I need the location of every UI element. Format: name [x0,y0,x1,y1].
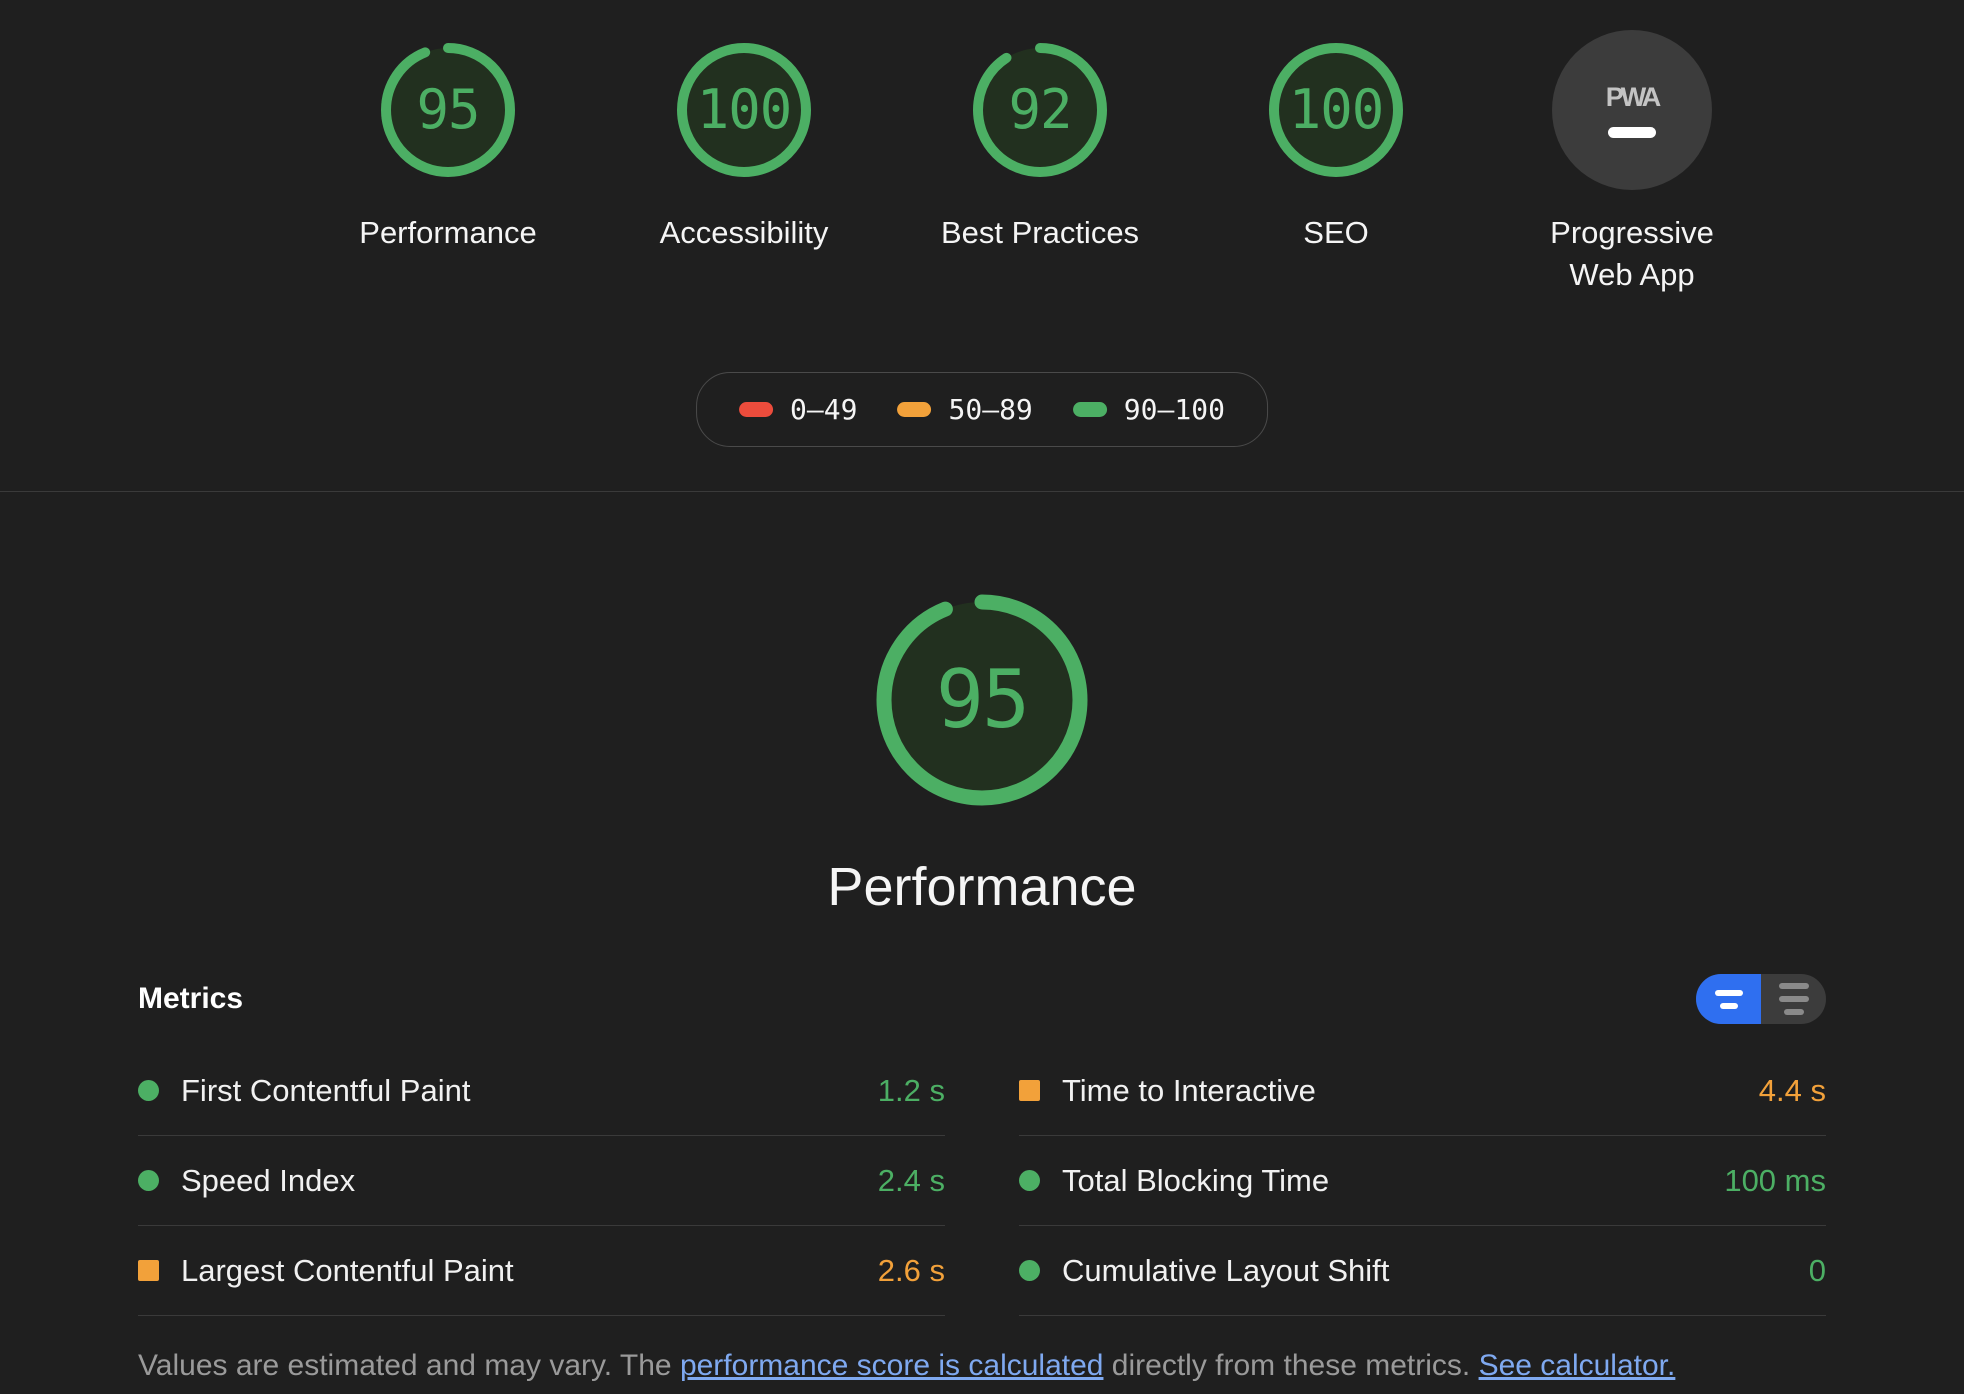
legend-pill-average-icon [897,402,932,417]
disclaimer-text-before: Values are estimated and may vary. The [138,1349,680,1382]
score-gauges-row: 95 Performance 100 Accessibility 92 Best… [0,0,1964,296]
metric-row[interactable]: Cumulative Layout Shift 0 [1019,1226,1826,1316]
gauge-label: Best Practices [940,215,1140,250]
metric-value: 1.2 s [877,1072,945,1108]
legend-item-pass: 90–100 [1072,393,1225,426]
metric-label: Total Blocking Time [1062,1162,1330,1198]
metric-rating-average-icon [138,1260,159,1281]
expanded-view-bar-icon [1778,983,1809,989]
metric-value: 2.4 s [877,1162,945,1198]
legend-label-fail: 0–49 [790,393,858,426]
gauge-ring-best-practices: 92 [960,30,1120,190]
metric-row[interactable]: Total Blocking Time 100 ms [1019,1136,1826,1226]
gauge-label: SEO [1303,215,1369,250]
legend-label-average: 50–89 [948,393,1033,426]
metrics-disclaimer: Values are estimated and may vary. The p… [138,1316,1826,1385]
metric-row[interactable]: First Contentful Paint 1.2 s [138,1046,945,1136]
metric-value: 0 [1808,1252,1826,1288]
gauge-score-value: 95 [416,78,480,141]
legend-item-average: 50–89 [897,393,1033,426]
simple-view-bar-icon [1719,1002,1738,1009]
expanded-view-bar-icon [1783,1009,1804,1015]
category-gauge-performance: 95 [856,574,1108,826]
score-gauge-best-practices[interactable]: 92 Best Practices [892,30,1188,254]
metric-row[interactable]: Time to Interactive 4.4 s [1019,1046,1826,1136]
category-score-value: 95 [935,653,1030,746]
metrics-header: Metrics [138,974,1826,1046]
metric-label: First Contentful Paint [181,1072,471,1108]
category-title: Performance [827,857,1137,917]
score-gauge-accessibility[interactable]: 100 Accessibility [596,30,892,254]
gauge-score-value: 100 [696,78,793,141]
metric-row[interactable]: Speed Index 2.4 s [138,1136,945,1226]
gauge-score-value: 92 [1008,78,1072,141]
gauge-label: Performance [359,215,537,250]
metric-rating-pass-icon [138,1080,159,1101]
legend-pill-pass-icon [1072,402,1107,417]
toggle-expanded-view-button[interactable] [1761,974,1826,1024]
metric-value: 2.6 s [877,1252,945,1288]
gauge-ring-performance: 95 [368,30,528,190]
category-gauge-wrapper: 95 Performance [0,574,1964,918]
disclaimer-text-middle: directly from these metrics. [1103,1349,1479,1382]
pwa-dash-icon [1608,127,1656,138]
legend-label-pass: 90–100 [1123,393,1225,426]
metric-label: Time to Interactive [1062,1072,1316,1108]
scores-summary-strip: 95 Performance 100 Accessibility 92 Best… [0,0,1964,492]
expanded-view-bar-icon [1778,996,1809,1002]
gauge-ring-accessibility: 100 [664,30,824,190]
gauge-label: Progressive Web App [1550,215,1714,292]
metric-rating-average-icon [1019,1080,1040,1101]
metrics-view-toggle[interactable] [1696,974,1826,1024]
performance-category-section: 95 Performance Metrics First Contentful … [0,492,1964,1385]
metric-rating-pass-icon [1019,1170,1040,1191]
score-gauge-performance[interactable]: 95 Performance [300,30,596,254]
metric-value: 4.4 s [1758,1072,1826,1108]
score-gauge-seo[interactable]: 100 SEO [1188,30,1484,254]
score-gauge-pwa[interactable]: PWA Progressive Web App [1484,30,1780,296]
metric-rating-pass-icon [1019,1260,1040,1281]
gauge-label: Accessibility [659,215,829,250]
simple-view-bar-icon [1714,989,1743,996]
pwa-logo-icon: PWA [1605,82,1661,112]
score-scale-legend: 0–49 50–89 90–100 [696,372,1268,447]
metric-label: Speed Index [181,1162,356,1198]
metric-rating-pass-icon [138,1170,159,1191]
metrics-heading: Metrics [138,982,244,1015]
see-calculator-link[interactable]: See calculator. [1479,1349,1676,1382]
metric-row[interactable]: Largest Contentful Paint 2.6 s [138,1226,945,1316]
pwa-badge: PWA [1552,30,1712,190]
legend-item-fail: 0–49 [739,393,857,426]
legend-pill-fail-icon [739,402,774,417]
metric-label: Cumulative Layout Shift [1062,1252,1390,1288]
metric-value: 100 ms [1724,1162,1826,1198]
gauge-score-value: 100 [1288,78,1385,141]
metrics-grid: First Contentful Paint 1.2 s Time to Int… [138,1046,1826,1316]
toggle-simple-view-button[interactable] [1696,974,1761,1024]
gauge-ring-seo: 100 [1256,30,1416,190]
metric-label: Largest Contentful Paint [181,1252,514,1288]
performance-score-calculated-link[interactable]: performance score is calculated [680,1349,1104,1382]
metrics-block: Metrics First Contentful Paint 1.2 s Tim… [0,974,1964,1385]
